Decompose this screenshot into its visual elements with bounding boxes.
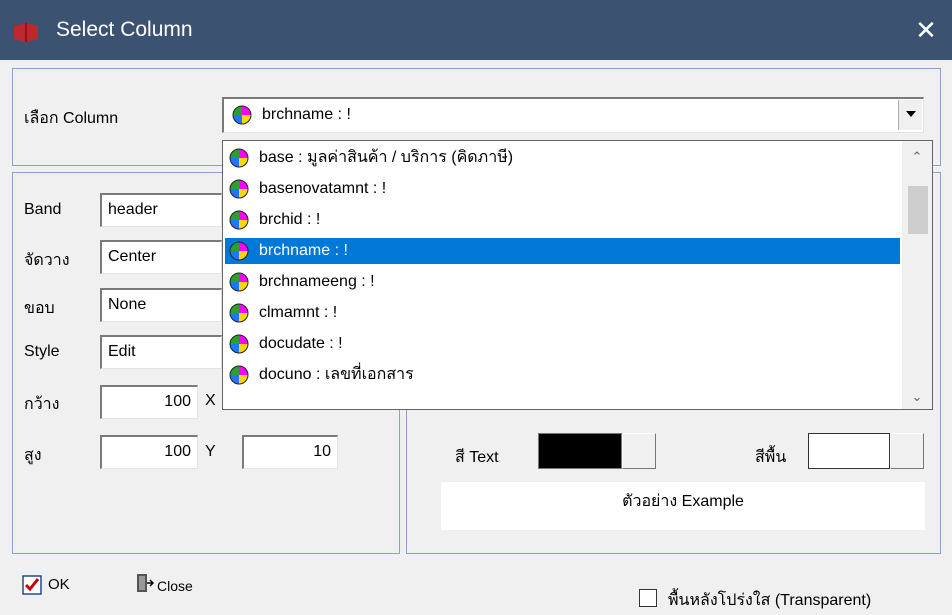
transparent-checkbox[interactable]: [639, 589, 657, 607]
column-icon: [229, 241, 249, 261]
dropdown-item[interactable]: brchnameeng : !: [225, 269, 900, 295]
text-color-label: สี Text: [455, 449, 499, 466]
dropdown-item[interactable]: brchid : !: [225, 207, 900, 233]
dropdown-item-label: base : มูลค่าสินค้า / บริการ (คิดภาษี): [259, 149, 514, 166]
dropdown-scrollbar[interactable]: ⌃ ⌄: [902, 141, 932, 409]
y-field[interactable]: 10: [242, 435, 338, 469]
column-dropdown-list: base : มูลค่าสินค้า / บริการ (คิดภาษี) ba…: [222, 140, 933, 410]
exit-door-icon: [137, 574, 155, 592]
close-button[interactable]: Close: [135, 572, 225, 598]
bg-color-swatch[interactable]: [808, 433, 890, 469]
close-label: Close: [157, 578, 193, 594]
align-field[interactable]: Center: [100, 240, 222, 274]
dropdown-item-label: brchname : !: [259, 242, 348, 259]
y-label: Y: [205, 443, 216, 460]
width-label: กว้าง: [24, 396, 60, 413]
border-field[interactable]: None: [100, 288, 222, 322]
align-label: จัดวาง: [24, 252, 70, 269]
scroll-thumb[interactable]: [908, 186, 928, 234]
band-field[interactable]: header: [100, 193, 222, 227]
dropdown-item[interactable]: base : มูลค่าสินค้า / บริการ (คิดภาษี): [225, 145, 900, 171]
column-select-value: brchname : !: [262, 106, 351, 123]
column-icon: [229, 179, 249, 199]
app-icon: [14, 23, 38, 42]
column-icon: [229, 334, 249, 354]
dropdown-item-label: docuno : เลขที่เอกสาร: [259, 366, 414, 383]
bg-color-label: สีพื้น: [755, 449, 787, 466]
style-field[interactable]: Edit: [100, 335, 222, 369]
column-icon: [229, 365, 249, 385]
example-preview: ตัวอย่าง Example: [441, 482, 925, 530]
dropdown-item-label: docudate : !: [259, 335, 343, 352]
dropdown-item-label: clmamnt : !: [259, 304, 338, 321]
column-icon: [229, 272, 249, 292]
dropdown-item[interactable]: clmamnt : !: [225, 300, 900, 326]
dropdown-item-label: brchid : !: [259, 211, 321, 228]
x-label: X: [205, 392, 216, 409]
band-label: Band: [24, 201, 62, 218]
border-label: ขอบ: [24, 300, 55, 317]
close-icon[interactable]: ✕: [910, 14, 942, 46]
column-icon: [229, 210, 249, 230]
dropdown-item[interactable]: brchname : !: [225, 238, 900, 264]
title-bar: Select Column ✕: [0, 0, 952, 60]
dropdown-item[interactable]: basenovatamnt : !: [225, 176, 900, 202]
column-select-combobox[interactable]: brchname : !: [222, 97, 924, 133]
text-color-swatch[interactable]: [538, 433, 622, 469]
height-field[interactable]: 100: [100, 435, 198, 469]
ok-label: OK: [48, 576, 70, 593]
column-icon: [229, 148, 249, 168]
dropdown-item[interactable]: docudate : !: [225, 331, 900, 357]
column-select-label: เลือก Column: [24, 110, 119, 127]
window-title: Select Column: [56, 18, 193, 41]
style-label: Style: [24, 343, 60, 360]
column-icon: [232, 105, 252, 125]
dropdown-item-label: brchnameeng : !: [259, 273, 375, 290]
transparent-label: พื้นหลังโปร่งใส (Transparent): [668, 592, 872, 609]
column-icon: [229, 303, 249, 323]
scroll-up-icon[interactable]: ⌃: [902, 147, 932, 167]
width-field[interactable]: 100: [100, 385, 198, 419]
text-color-button[interactable]: [622, 433, 656, 469]
ok-icon: [22, 575, 42, 595]
bg-color-button[interactable]: [890, 433, 924, 469]
height-label: สูง: [24, 447, 42, 464]
scroll-down-icon[interactable]: ⌄: [902, 387, 932, 407]
example-text: ตัวอย่าง Example: [622, 493, 744, 510]
dropdown-item-label: basenovatamnt : !: [259, 180, 387, 197]
chevron-down-icon[interactable]: [898, 100, 922, 130]
dropdown-item[interactable]: docuno : เลขที่เอกสาร: [225, 362, 900, 388]
